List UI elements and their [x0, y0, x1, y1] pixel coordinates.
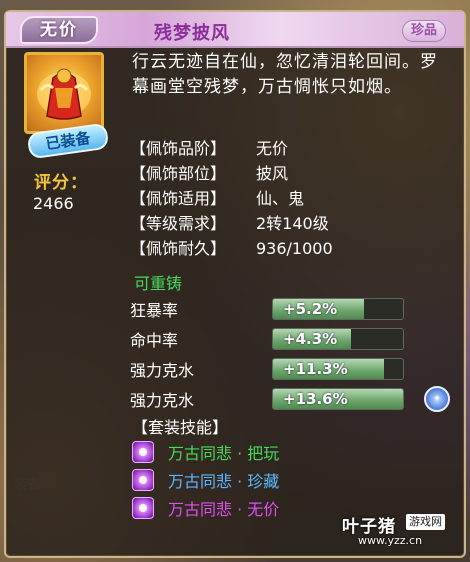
score-label: 评分： [34, 173, 88, 193]
attribute-key: 【佩饰耐久】 [130, 239, 227, 258]
cloak-icon [37, 68, 91, 120]
attribute-key: 【佩饰部位】 [130, 164, 227, 183]
set-skill-name: 万古同悲 · 珍藏 [168, 472, 280, 491]
quality-badge: 珍品 [401, 20, 446, 42]
item-icon[interactable] [24, 52, 104, 134]
attribute-row: 【佩饰适用】 仙、鬼 [130, 186, 450, 211]
attribute-key: 【等级需求】 [130, 214, 227, 233]
stat-value: +4.3% [283, 330, 338, 348]
stat-name: 强力克水 [130, 361, 195, 380]
set-skill-icon [132, 497, 154, 519]
stat-bar: +5.2% [272, 298, 404, 320]
reforge-label: 可重铸 [134, 274, 183, 293]
stat-name: 狂暴率 [130, 301, 179, 320]
attribute-value: 披风 [256, 164, 289, 183]
set-skill-icon [132, 469, 154, 491]
set-skill-title: 【套装技能】 [132, 418, 229, 437]
watermark: 叶子猪 游戏网 www.yzz.cn [342, 512, 454, 550]
item-description: 行云无迹自在仙，忽忆清泪轮回间。罗幕画堂空残梦，万古惆怅只如烟。 [132, 52, 438, 97]
attribute-value: 仙、鬼 [256, 189, 305, 208]
item-name: 残梦披风 [154, 23, 230, 44]
attribute-value: 936/1000 [256, 239, 333, 258]
stat-bar: +11.3% [272, 358, 404, 380]
stat-row: 狂暴率 +5.2% [130, 294, 450, 324]
stat-value: +11.3% [283, 360, 348, 378]
attribute-row: 【佩饰部位】 披风 [130, 161, 450, 186]
tooltip-title-bar: 无价 残梦披风 珍品 [6, 12, 464, 48]
set-skill-list: 万古同悲 · 把玩 万古同悲 · 珍藏 万古同悲 · 无价 [132, 438, 279, 522]
stat-bar: +4.3% [272, 328, 404, 350]
set-skill-row[interactable]: 万古同悲 · 把玩 [132, 438, 279, 466]
stat-row: 命中率 +4.3% [130, 324, 450, 354]
watermark-url: www.yzz.cn [358, 534, 423, 547]
stat-bar: +13.6% [272, 388, 404, 410]
set-skill-name: 万古同悲 · 把玩 [168, 444, 280, 463]
attribute-value: 2转140级 [256, 214, 329, 233]
attribute-row: 【佩饰品阶】 无价 [130, 136, 450, 161]
rarity-tag: 无价 [20, 16, 98, 44]
stat-row: 强力克水 +11.3% [130, 354, 450, 384]
stat-row: 强力克水 +13.6% ✦ [130, 384, 450, 414]
attribute-list: 【佩饰品阶】 无价 【佩饰部位】 披风 【佩饰适用】 仙、鬼 【等级需求】 2转… [130, 136, 450, 261]
attribute-key: 【佩饰适用】 [130, 189, 227, 208]
attribute-key: 【佩饰品阶】 [130, 139, 227, 158]
stat-list: 狂暴率 +5.2% 命中率 +4.3% 强力克水 +11.3% 强力克水 +13… [130, 294, 450, 414]
extra-attribute-icon[interactable]: ✦ [424, 386, 450, 412]
set-skill-row[interactable]: 万古同悲 · 无价 [132, 494, 279, 522]
set-skill-row[interactable]: 万古同悲 · 珍藏 [132, 466, 279, 494]
set-skill-icon [132, 441, 154, 463]
attribute-row: 【等级需求】 2转140级 [130, 211, 450, 236]
score-value: 2466 [33, 194, 74, 213]
watermark-tag: 游戏网 [406, 514, 445, 530]
stat-value: +13.6% [283, 390, 348, 408]
stat-value: +5.2% [283, 300, 338, 318]
attribute-row: 【佩饰耐久】 936/1000 [130, 236, 450, 261]
stat-name: 强力克水 [130, 391, 195, 410]
attribute-value: 无价 [256, 139, 289, 158]
set-skill-name: 万古同悲 · 无价 [168, 500, 280, 519]
stat-name: 命中率 [130, 331, 179, 350]
